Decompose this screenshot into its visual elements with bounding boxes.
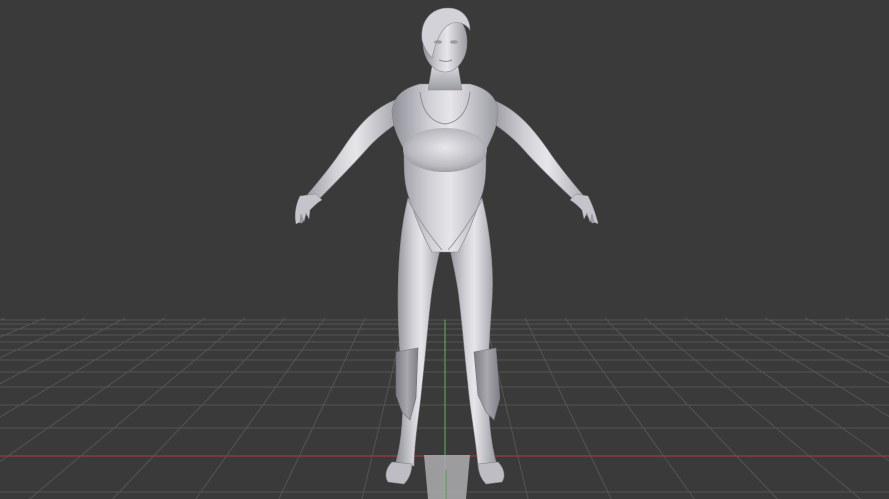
right-hand: [569, 193, 599, 225]
viewport-canvas[interactable]: [0, 0, 889, 499]
grid-column-line: [524, 317, 612, 499]
left-eye: [434, 40, 442, 44]
grid-column-line: [604, 317, 778, 499]
grid-column-line: [764, 317, 889, 384]
grid-column-line: [29, 317, 246, 499]
character-model[interactable]: [294, 7, 599, 485]
grid-column-line: [278, 317, 366, 499]
left-foot: [385, 461, 413, 485]
grid-column-line: [0, 317, 46, 338]
grid-column-line: [684, 317, 889, 462]
3d-viewport[interactable]: [0, 0, 889, 499]
grid-column-line: [724, 317, 889, 417]
transform-gizmo[interactable]: [424, 455, 470, 499]
grid-column-line: [644, 317, 861, 499]
grid-column-line: [0, 317, 6, 321]
grid-column-line: [884, 317, 889, 321]
grid-column-line: [195, 317, 326, 499]
grid-column-line: [112, 317, 286, 499]
right-foot: [477, 461, 505, 485]
grid-column-line: [844, 317, 889, 338]
grid-column-line: [564, 317, 695, 499]
left-hand: [294, 193, 323, 225]
chest: [403, 128, 487, 172]
grid-column-line: [0, 317, 206, 463]
right-eye: [450, 40, 458, 44]
grid-column-line: [0, 317, 166, 418]
